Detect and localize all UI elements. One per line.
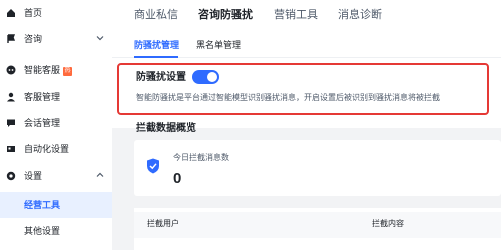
robot-icon — [6, 65, 16, 75]
setting-description: 智能防骚扰是平台通过智能模型识别骚扰消息，开启设置后被识别到骚扰消息将被拦截 — [136, 93, 440, 102]
sidebar-item-label: 智能客服 — [24, 65, 61, 75]
hot-badge: 热 — [63, 67, 73, 76]
chevron-down-icon[interactable] — [96, 34, 104, 42]
sub-tab-bar: 防骚扰管理 黑名单管理 — [112, 30, 501, 58]
sidebar-item-smart-service[interactable]: 智能客服热 — [0, 57, 112, 83]
overview-title: 拦截数据概览 — [136, 123, 196, 134]
sidebar-item-label: 客服管理 — [24, 92, 61, 102]
sidebar-item-automation[interactable]: 自动化设置 — [0, 136, 112, 162]
flag-icon — [6, 34, 16, 44]
automation-icon — [6, 144, 16, 154]
sidebar-item-session-manage[interactable]: 会话管理 — [0, 110, 112, 136]
sidebar: 首页 咨询 智能客服热 客服管理 会话管理 自动化设置 设置 经营工具 其他设置 — [0, 0, 112, 250]
tab-blacklist-manage[interactable]: 黑名单管理 — [196, 39, 241, 51]
stat-label: 今日拦截消息数 — [173, 153, 229, 162]
sidebar-item-business-tools[interactable]: 经营工具 — [0, 192, 112, 218]
sidebar-item-label: 首页 — [24, 8, 43, 18]
sidebar-item-label: 自动化设置 — [24, 144, 70, 154]
settings-icon — [6, 171, 16, 181]
sidebar-item-label: 其他设置 — [24, 226, 61, 236]
user-icon — [6, 92, 16, 102]
chat-icon — [6, 118, 16, 128]
sidebar-item-label: 经营工具 — [24, 200, 61, 210]
anti-harassment-toggle[interactable] — [192, 70, 219, 84]
toggle-knob — [207, 72, 217, 82]
table-header-content: 拦截内容 — [372, 219, 404, 228]
stats-card — [134, 140, 501, 196]
tab-business-message[interactable]: 商业私信 — [134, 8, 178, 22]
sidebar-item-service-manage[interactable]: 客服管理 — [0, 84, 112, 110]
top-tab-bar: 商业私信 咨询防骚扰 营销工具 消息诊断 — [112, 0, 501, 30]
setting-title: 防骚扰设置 — [136, 72, 186, 83]
tab-anti-harassment[interactable]: 咨询防骚扰 — [198, 8, 253, 22]
chevron-up-icon[interactable] — [96, 171, 104, 179]
table-header-user: 拦截用户 — [147, 219, 179, 228]
sidebar-item-label: 咨询 — [24, 34, 43, 44]
tab-anti-harassment-manage[interactable]: 防骚扰管理 — [134, 39, 179, 51]
sidebar-item-other-settings[interactable]: 其他设置 — [0, 218, 112, 244]
tab-message-diagnosis[interactable]: 消息诊断 — [338, 8, 382, 22]
sidebar-item-label: 设置 — [24, 171, 43, 181]
stat-value: 0 — [173, 170, 182, 187]
sidebar-item-consult[interactable]: 咨询 — [0, 26, 112, 52]
sidebar-item-home[interactable]: 首页 — [0, 0, 112, 26]
tab-marketing-tools[interactable]: 营销工具 — [274, 8, 318, 22]
table-header-row — [134, 212, 501, 238]
sidebar-item-settings[interactable]: 设置 — [0, 163, 112, 189]
home-icon — [6, 8, 16, 18]
sidebar-item-label: 会话管理 — [24, 118, 61, 128]
shield-check-icon — [146, 158, 160, 174]
